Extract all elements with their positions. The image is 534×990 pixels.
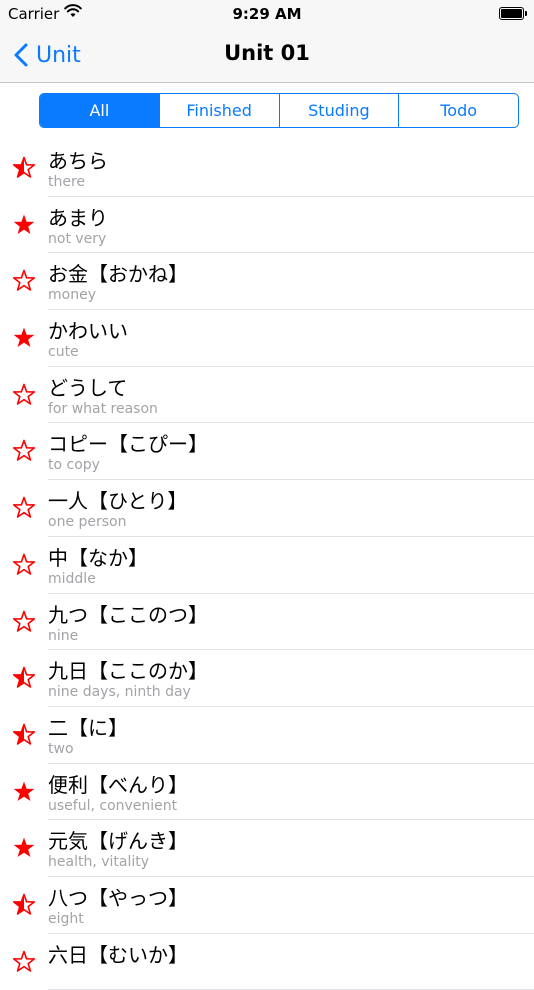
star-outline-icon[interactable] [12, 496, 36, 520]
segment-finished[interactable]: Finished [158, 94, 279, 127]
battery-icon [499, 7, 527, 20]
list-item[interactable]: 六日【むいか】 [0, 934, 534, 990]
item-meaning: two [48, 740, 74, 757]
item-word: お金【おかね】 [48, 262, 188, 287]
item-meaning: health, vitality [48, 854, 150, 871]
item-meaning: middle [48, 570, 96, 587]
item-word: 九つ【ここのつ】 [48, 602, 208, 627]
item-meaning: money [48, 287, 96, 304]
list-item[interactable]: どうして for what reason [0, 367, 534, 424]
item-word: どうして [48, 375, 128, 400]
star-outline-icon[interactable] [12, 269, 36, 293]
item-meaning: one person [48, 514, 127, 531]
item-meaning: eight [48, 910, 84, 927]
list-item[interactable]: 中【なか】 middle [0, 537, 534, 594]
star-outline-icon[interactable] [12, 383, 36, 407]
list-item[interactable]: かわいい cute [0, 310, 534, 367]
list-item[interactable]: コピー【こぴー】 to copy [0, 423, 534, 480]
star-half-icon[interactable] [12, 156, 36, 180]
item-meaning: nine days, ninth day [48, 684, 191, 701]
status-bar: Carrier 9:29 AM [0, 0, 534, 28]
item-word: 一人【ひとり】 [48, 489, 188, 514]
star-half-icon[interactable] [12, 666, 36, 690]
item-word: あちら [48, 149, 108, 173]
item-word: 元気【げんき】 [48, 829, 188, 854]
list-item[interactable]: あちら there [0, 140, 534, 197]
list-item[interactable]: 二【に】 two [0, 707, 534, 764]
item-meaning: not very [48, 230, 107, 247]
list-item[interactable]: 九つ【ここのつ】 nine [0, 594, 534, 651]
word-list: あちら there あまり not very お金【おかね】 money かわいい cute ど… [0, 140, 534, 990]
item-word: コピー【こぴー】 [48, 432, 208, 457]
star-filled-icon[interactable] [12, 836, 36, 860]
item-word: 六日【むいか】 [48, 942, 188, 967]
navigation-bar: Unit Unit 01 [0, 28, 534, 83]
star-outline-icon[interactable] [12, 553, 36, 577]
list-item[interactable]: あまり not very [0, 197, 534, 254]
segment-studing[interactable]: Studing [278, 94, 399, 127]
item-meaning: cute [48, 344, 79, 361]
item-word: あまり [48, 205, 108, 230]
filter-segmented-control: All Finished Studing Todo [39, 93, 519, 128]
list-item[interactable]: お金【おかね】 money [0, 253, 534, 310]
star-outline-icon[interactable] [12, 439, 36, 463]
list-item[interactable]: 元気【げんき】 health, vitality [0, 820, 534, 877]
item-word: 中【なか】 [48, 545, 148, 570]
item-meaning: to copy [48, 457, 100, 474]
star-filled-icon[interactable] [12, 326, 36, 350]
segment-todo[interactable]: Todo [398, 94, 518, 127]
star-half-icon[interactable] [12, 893, 36, 917]
item-word: 二【に】 [48, 715, 128, 740]
item-word: 便利【べんり】 [48, 772, 188, 797]
item-meaning: nine [48, 627, 79, 644]
star-outline-icon[interactable] [12, 950, 36, 974]
item-word: かわいい [48, 319, 128, 344]
star-filled-icon[interactable] [12, 213, 36, 237]
item-meaning: for what reason [48, 400, 158, 417]
page-title: Unit 01 [224, 41, 310, 65]
star-outline-icon[interactable] [12, 610, 36, 634]
list-item[interactable]: 九日【ここのか】 nine days, ninth day [0, 650, 534, 707]
list-item[interactable]: 八つ【やっつ】 eight [0, 877, 534, 934]
item-word: 九日【ここのか】 [48, 659, 208, 684]
star-filled-icon[interactable] [12, 780, 36, 804]
list-item[interactable]: 便利【べんり】 useful, convenient [0, 764, 534, 821]
clock: 9:29 AM [232, 5, 302, 23]
item-meaning: useful, convenient [48, 797, 178, 814]
item-meaning: there [48, 174, 86, 190]
segment-all[interactable]: All [40, 94, 159, 127]
item-word: 八つ【やっつ】 [48, 885, 188, 910]
star-half-icon[interactable] [12, 723, 36, 747]
list-item[interactable]: 一人【ひとり】 one person [0, 480, 534, 537]
